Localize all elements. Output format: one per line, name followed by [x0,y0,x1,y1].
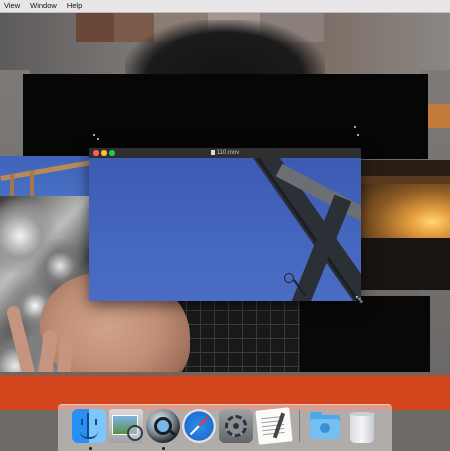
window-title-text: 110.mov [216,150,240,156]
download-arrow-icon [320,423,330,433]
wallpaper-stripe [76,12,114,42]
movie-file-icon [210,149,215,155]
dock-downloads-folder-icon[interactable] [308,409,342,443]
finder-eye [95,419,97,425]
textedit-line [262,427,285,432]
trash-bin [350,413,374,443]
dock-trash-icon[interactable] [345,409,379,443]
dock-finder-icon[interactable] [72,409,106,443]
dock-system-preferences-icon[interactable] [219,409,253,443]
rooftop [360,238,450,290]
dock-preview-icon[interactable] [109,409,143,443]
menu-bar: View Window Help [0,0,450,13]
star-dot [354,126,356,128]
wallpaper-black-block [297,296,430,376]
star-dot [357,134,359,136]
menu-window[interactable]: Window [26,0,63,12]
finder-eye [81,419,83,425]
gear-hub [233,423,239,429]
dock-safari-icon[interactable] [182,409,216,443]
star-dot [97,138,99,140]
finder-mouth [80,431,98,439]
sun-glow [360,180,450,240]
dock-running-indicator [162,447,165,450]
trash-rim [349,412,375,416]
star-dot [93,134,95,136]
preview-loupe [127,425,143,441]
dock [58,404,392,451]
dock-textedit-icon[interactable] [255,407,293,445]
window-title: 110.mov [89,148,361,158]
quicktime-q-tail [167,428,177,437]
video-frame[interactable] [89,158,361,301]
dock-quicktime-icon[interactable] [146,409,180,443]
safari-needle [189,416,209,436]
railing [360,176,450,184]
wallpaper-orange-strip [428,104,450,128]
menu-view[interactable]: View [0,0,26,12]
wallpaper-black-frame [23,74,428,159]
dock-running-indicator [89,447,92,450]
wallpaper-sunset [360,160,450,290]
dock-separator [299,410,300,442]
resize-handle-icon[interactable]: ⤡ [354,294,364,304]
video-player-window[interactable]: 110.mov [89,148,361,301]
video-sign [284,273,294,283]
menu-help[interactable]: Help [63,0,88,12]
